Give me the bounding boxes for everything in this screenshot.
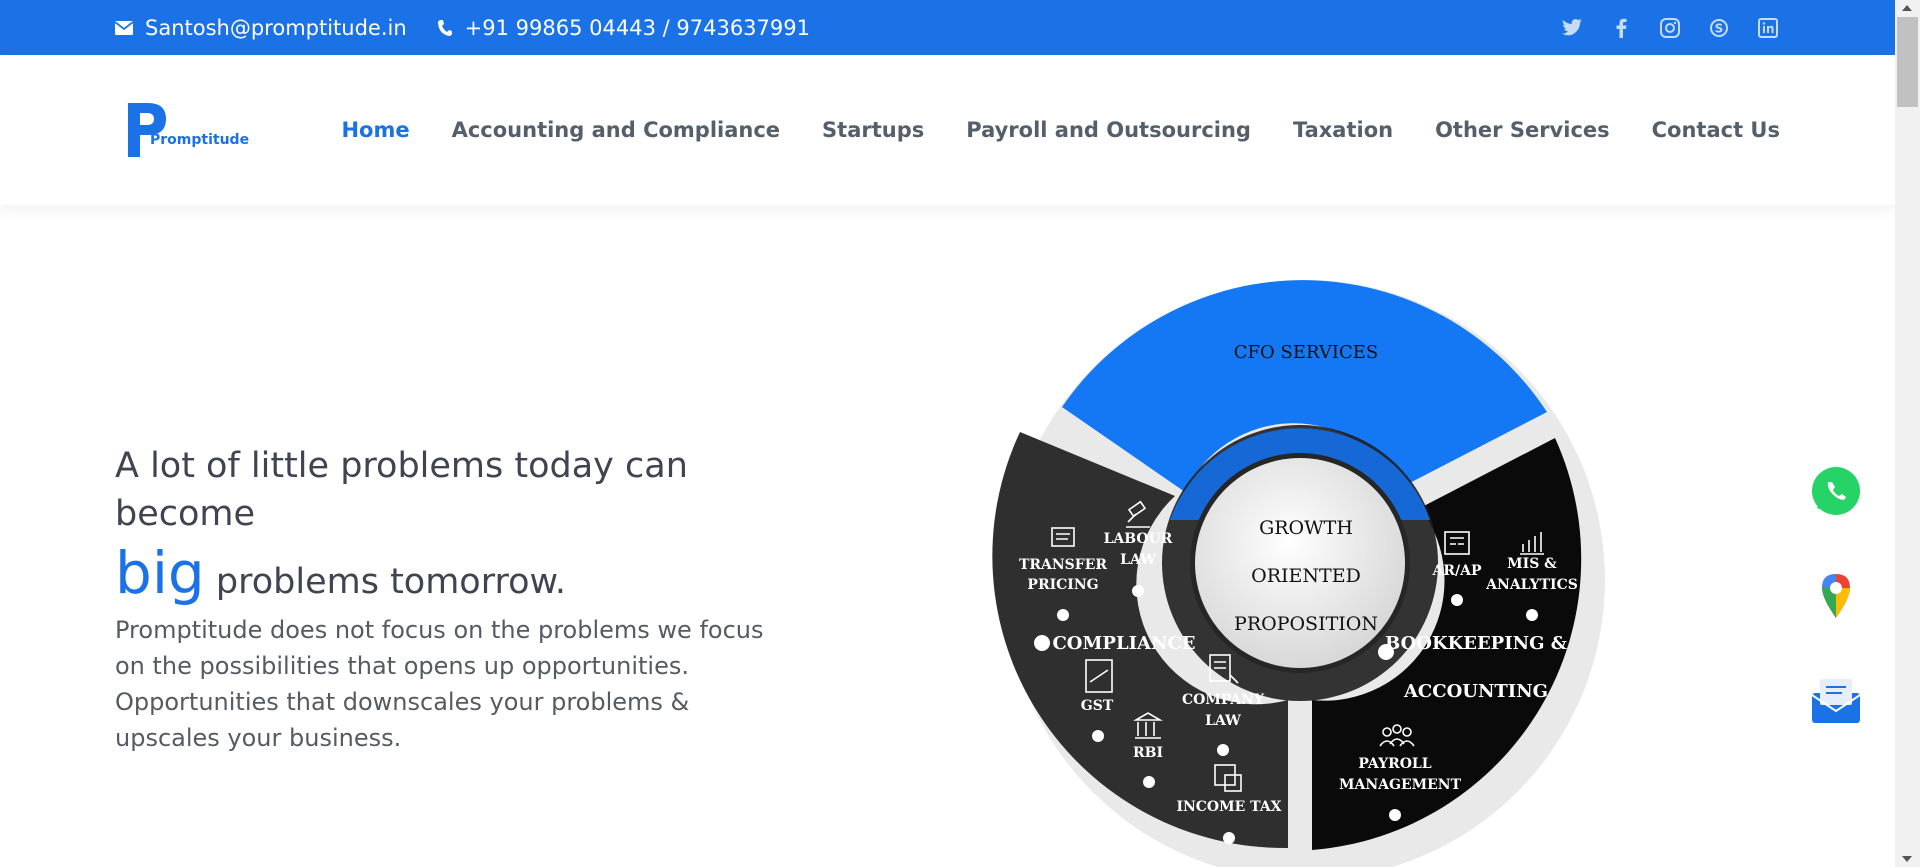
nav-item-taxation[interactable]: Taxation [1293,118,1393,142]
hero-headline: A lot of little problems today can becom… [115,442,795,608]
skype-icon[interactable]: S [1707,16,1731,40]
center-line-2: ORIENTED [1251,565,1361,587]
main-nav: Home Accounting and Compliance Startups … [299,55,1780,205]
email-text: Santosh@promptitude.in [145,15,407,40]
mis-analytics-label-2: ANALYTICS [1485,577,1578,593]
headline-line2: problems tomorrow. [215,562,567,602]
headline-big-word: big [115,539,205,607]
whatsapp-icon[interactable] [1810,465,1862,517]
site-header: Promptitude Home Accounting and Complian… [0,55,1895,205]
compliance-title: COMPLIANCE [1052,633,1195,654]
headline-line1: A lot of little problems today can becom… [115,446,688,534]
email-contact[interactable]: Santosh@promptitude.in [115,16,407,40]
hero-description: Promptitude does not focus on the proble… [115,616,764,752]
phone-icon [437,19,452,36]
linkedin-icon[interactable] [1756,16,1780,40]
bookkeeping-title-2: ACCOUNTING [1403,681,1548,702]
page-scrollbar[interactable] [1895,0,1920,867]
services-wheel: GROWTH ORIENTED PROPOSITION CFO SERVICES… [990,270,1620,867]
mis-analytics-label-1: MIS & [1507,556,1557,572]
svg-text:S: S [1715,21,1724,35]
envelope-icon [115,20,133,35]
income-tax-label: INCOME TAX [1176,799,1281,815]
transfer-pricing-label-2: PRICING [1027,577,1098,593]
instagram-icon[interactable] [1658,16,1682,40]
gst-label: GST [1081,698,1114,714]
payroll-management-label-1: PAYROLL [1358,756,1431,772]
social-links: S [1535,0,1780,55]
nav-item-other-services[interactable]: Other Services [1435,118,1610,142]
center-line-1: GROWTH [1259,517,1353,539]
scrollbar-thumb[interactable] [1897,17,1918,107]
nav-item-startups[interactable]: Startups [822,118,924,142]
phone-text: +91 99865 04443 / 9743637991 [464,15,810,40]
cfo-services-label: CFO SERVICES [1234,342,1378,363]
nav-item-payroll[interactable]: Payroll and Outsourcing [966,118,1251,142]
labour-law-label-1: LABOUR [1104,531,1173,547]
nav-item-contact[interactable]: Contact Us [1652,118,1780,142]
promptitude-logo[interactable]: Promptitude [124,99,249,165]
transfer-pricing-label-1: TRANSFER [1019,557,1107,573]
payroll-management-label-2: MANAGEMENT [1339,777,1462,793]
contact-info: Santosh@promptitude.in +91 99865 04443 /… [115,0,840,55]
facebook-icon[interactable] [1609,16,1633,40]
logo-mark-icon [128,103,166,157]
map-pin-icon[interactable] [1810,570,1862,622]
labour-law-label-2: LAW [1120,552,1156,568]
nav-item-accounting[interactable]: Accounting and Compliance [452,118,780,142]
top-contact-bar: Santosh@promptitude.in +91 99865 04443 /… [0,0,1895,55]
company-law-label-2: LAW [1205,713,1241,729]
rbi-label: RBI [1133,745,1163,761]
ar-ap-label: AR/AP [1432,563,1482,579]
hero-section: A lot of little problems today can becom… [115,442,795,756]
center-line-3: PROPOSITION [1234,613,1378,635]
phone-contact[interactable]: +91 99865 04443 / 9743637991 [437,16,810,40]
nav-item-home[interactable]: Home [341,118,409,142]
bookkeeping-title-1: BOOKKEEPING & [1385,633,1567,654]
company-law-label-1: COMPANY [1182,692,1265,708]
mail-icon[interactable] [1810,675,1862,727]
twitter-icon[interactable] [1560,16,1584,40]
logo-text: Promptitude [150,132,250,148]
